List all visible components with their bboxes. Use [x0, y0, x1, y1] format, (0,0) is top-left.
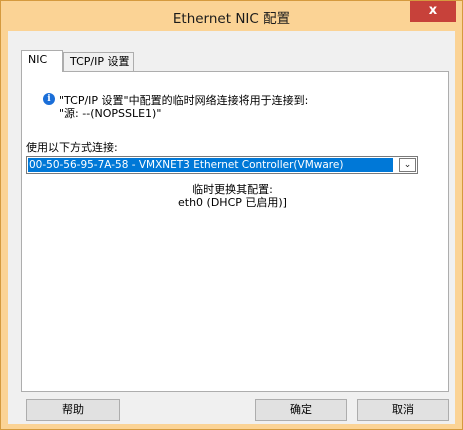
- tab-tcpip-settings[interactable]: TCP/IP 设置: [63, 52, 134, 71]
- info-text-line2: "源: --(NOPSSLE1)": [59, 107, 162, 120]
- ok-button[interactable]: 确定: [255, 399, 347, 421]
- network-adapter-dropdown[interactable]: 00-50-56-95-7A-58 - VMXNET3 Ethernet Con…: [26, 156, 418, 174]
- connect-using-label: 使用以下方式连接:: [26, 141, 118, 154]
- cancel-button[interactable]: 取消: [357, 399, 449, 421]
- tab-nic[interactable]: NIC: [21, 50, 63, 72]
- close-button[interactable]: x: [410, 1, 456, 22]
- title-bar[interactable]: Ethernet NIC 配置 x: [1, 1, 462, 31]
- chevron-down-icon[interactable]: ⌄: [399, 158, 416, 172]
- help-button[interactable]: 帮助: [26, 399, 120, 421]
- temp-config-value: eth0 (DHCP 已启用)]: [178, 196, 287, 209]
- window-title: Ethernet NIC 配置: [172, 11, 291, 27]
- dropdown-selected-value: 00-50-56-95-7A-58 - VMXNET3 Ethernet Con…: [28, 158, 393, 172]
- info-icon: i: [43, 93, 55, 105]
- dialog-window: Ethernet NIC 配置 x NIC TCP/IP 设置 i "TCP/I…: [0, 0, 463, 430]
